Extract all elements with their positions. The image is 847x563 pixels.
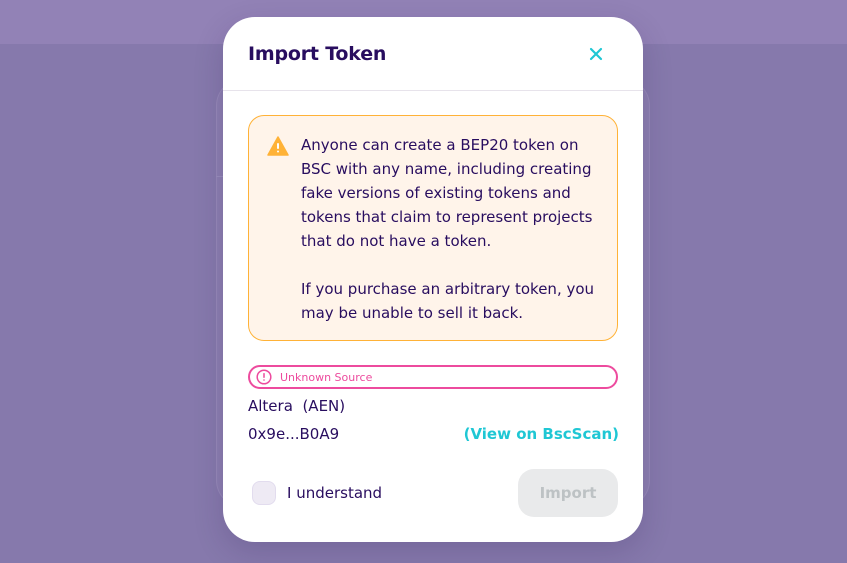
understand-checkbox[interactable] — [252, 481, 276, 505]
view-on-bscscan-link[interactable]: (View on BscScan) — [464, 425, 619, 443]
alert-circle-icon — [256, 369, 272, 385]
token-name-row: Altera (AEN) — [248, 397, 345, 415]
modal-header: Import Token — [223, 17, 643, 91]
warning-paragraph: Anyone can create a BEP20 token on BSC w… — [301, 136, 593, 250]
understand-label[interactable]: I understand — [287, 484, 382, 502]
warning-box: Anyone can create a BEP20 token on BSC w… — [248, 115, 618, 341]
close-button[interactable] — [585, 43, 607, 65]
close-icon — [589, 47, 603, 61]
import-token-modal: Import Token Anyone can create a BEP20 t… — [223, 17, 643, 542]
token-address: 0x9e...B0A9 — [248, 425, 340, 443]
source-label: Unknown Source — [280, 370, 373, 384]
warning-triangle-icon — [267, 136, 289, 156]
token-symbol: (AEN) — [302, 397, 346, 415]
import-button[interactable]: Import — [518, 469, 618, 517]
understand-row: I understand — [252, 481, 382, 505]
warning-paragraph: If you purchase an arbitrary token, you … — [301, 280, 595, 322]
modal-title: Import Token — [248, 43, 387, 65]
unknown-source-badge: Unknown Source — [248, 365, 618, 389]
warning-text: Anyone can create a BEP20 token on BSC w… — [301, 133, 607, 325]
token-name: Altera — [248, 397, 293, 415]
